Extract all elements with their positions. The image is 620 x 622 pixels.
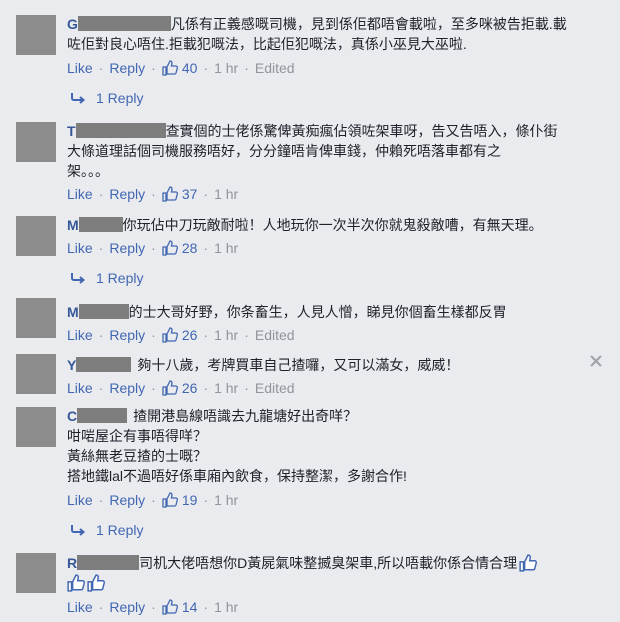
thumbs-up-icon[interactable]	[162, 380, 178, 396]
reply-button[interactable]: Reply	[109, 240, 145, 256]
avatar[interactable]	[16, 354, 56, 394]
timestamp[interactable]: 1 hr	[214, 60, 238, 76]
comment-text: 的士大哥好野，你条畜生，人見人憎，睇見你個畜生樣都反胃	[128, 304, 507, 320]
comment-text: 架。。。	[67, 163, 109, 179]
comment-author[interactable]: T	[67, 121, 166, 141]
reply-arrow-icon	[71, 525, 86, 536]
comment-feed: G 凡係有正義感嘅司機，見到係佢都唔會載啦，至多咪被告拒載.載 咗佢對良心唔住.拒…	[0, 0, 620, 622]
like-button[interactable]: Like	[67, 327, 93, 343]
comment-author[interactable]: Y	[67, 355, 132, 375]
view-replies-link[interactable]: 1 Reply	[70, 520, 143, 540]
timestamp[interactable]: 1 hr	[214, 240, 238, 256]
like-count[interactable]: 26	[182, 327, 198, 343]
reply-button[interactable]: Reply	[109, 327, 145, 343]
redacted-name	[75, 123, 166, 138]
comment-text: 夠十八歲，考牌買車自己揸囉，又可以滿女，威威！	[137, 357, 460, 373]
comment-text: 搭地鐵lal不過唔好係車廂內飲食，保持整潔，多謝合作!	[67, 468, 407, 484]
edited-label[interactable]: Edited	[255, 60, 295, 76]
thumbs-up-icon[interactable]	[162, 492, 178, 508]
thumbs-up-icon[interactable]	[162, 186, 178, 202]
view-replies-link[interactable]: 1 Reply	[70, 88, 143, 108]
reply-arrow-icon	[71, 273, 86, 284]
avatar[interactable]	[16, 122, 56, 162]
comment-text: 黃絲無老豆揸的士嘅？	[67, 448, 207, 464]
reply-button[interactable]: Reply	[109, 492, 145, 508]
redacted-name	[77, 16, 171, 31]
timestamp[interactable]: 1 hr	[214, 380, 238, 396]
reply-button[interactable]: Reply	[109, 60, 145, 76]
close-icon[interactable]	[589, 354, 603, 368]
comment-text: 凡係有正義感嘅司機，見到係佢都唔會載啦，至多咪被告拒載.載	[170, 16, 567, 32]
reply-count[interactable]: 1 Reply	[96, 522, 143, 538]
comment-author[interactable]: G	[67, 14, 171, 34]
timestamp[interactable]: 1 hr	[214, 327, 238, 343]
comment-text: 司机大佬唔想你D黃屍氣味整揻臭架車,所以唔載你係合情合理	[139, 555, 518, 571]
comment-text: 查實個的士佬係驚俾黃痴瘋佔領咗架車呀，告又告唔入，條仆街	[165, 123, 558, 139]
like-emoticon-icon	[519, 554, 538, 572]
avatar[interactable]	[16, 216, 56, 256]
like-emoticon-icon	[87, 574, 105, 592]
redacted-name	[77, 555, 140, 570]
edited-label[interactable]: Edited	[255, 327, 295, 343]
comment-text: 咁啱屋企有事唔得咩？	[67, 428, 207, 444]
thumbs-up-icon[interactable]	[162, 240, 178, 256]
comment-author[interactable]: R	[67, 553, 140, 573]
avatar[interactable]	[16, 298, 56, 338]
comment-text: 你玩佔中刀玩敵耐啦！人地玩你一次半次你就鬼殺敵嘈，有無天理。	[122, 217, 543, 233]
like-emoticon-icon	[67, 574, 85, 592]
avatar[interactable]	[16, 407, 56, 447]
like-button[interactable]: Like	[67, 60, 93, 76]
thumbs-up-icon[interactable]	[162, 60, 178, 76]
edited-label[interactable]: Edited	[255, 380, 295, 396]
redacted-name	[78, 217, 123, 232]
comment-text: 咗佢對良心唔住.拒載犯嘅法，比起佢犯嘅法，真係小巫見大巫啦.	[67, 36, 467, 52]
timestamp[interactable]: 1 hr	[214, 492, 238, 508]
like-button[interactable]: Like	[67, 186, 93, 202]
like-count[interactable]: 14	[182, 599, 198, 615]
comment-text: 揸開港島線唔識去九龍塘好出奇咩？	[133, 408, 358, 424]
reply-count[interactable]: 1 Reply	[96, 270, 143, 286]
like-count[interactable]: 28	[182, 240, 198, 256]
redacted-name	[78, 304, 129, 319]
like-button[interactable]: Like	[67, 492, 93, 508]
like-button[interactable]: Like	[67, 240, 93, 256]
redacted-name	[77, 408, 128, 423]
reply-button[interactable]: Reply	[109, 599, 145, 615]
timestamp[interactable]: 1 hr	[214, 186, 238, 202]
redacted-name	[76, 357, 132, 372]
like-count[interactable]: 26	[182, 380, 198, 396]
view-replies-link[interactable]: 1 Reply	[70, 268, 143, 288]
comment-text: 大條道理話個司機服務唔好，分分鐘唔肯俾車錢，仲賴死唔落車都有之	[67, 143, 501, 159]
timestamp[interactable]: 1 hr	[214, 599, 238, 615]
like-count[interactable]: 19	[182, 492, 198, 508]
like-count[interactable]: 40	[182, 60, 198, 76]
reply-arrow-icon	[71, 93, 86, 104]
like-count[interactable]: 37	[182, 186, 198, 202]
thumbs-up-icon[interactable]	[162, 327, 178, 343]
like-button[interactable]: Like	[67, 599, 93, 615]
reply-button[interactable]: Reply	[109, 380, 145, 396]
reply-count[interactable]: 1 Reply	[96, 90, 143, 106]
comment-author[interactable]: M	[67, 215, 123, 235]
like-button[interactable]: Like	[67, 380, 93, 396]
avatar[interactable]	[16, 15, 56, 55]
reply-button[interactable]: Reply	[109, 186, 145, 202]
comment-author[interactable]: C	[67, 406, 128, 426]
avatar[interactable]	[16, 553, 56, 593]
comment-author[interactable]: M	[67, 302, 129, 322]
thumbs-up-icon[interactable]	[162, 599, 178, 615]
